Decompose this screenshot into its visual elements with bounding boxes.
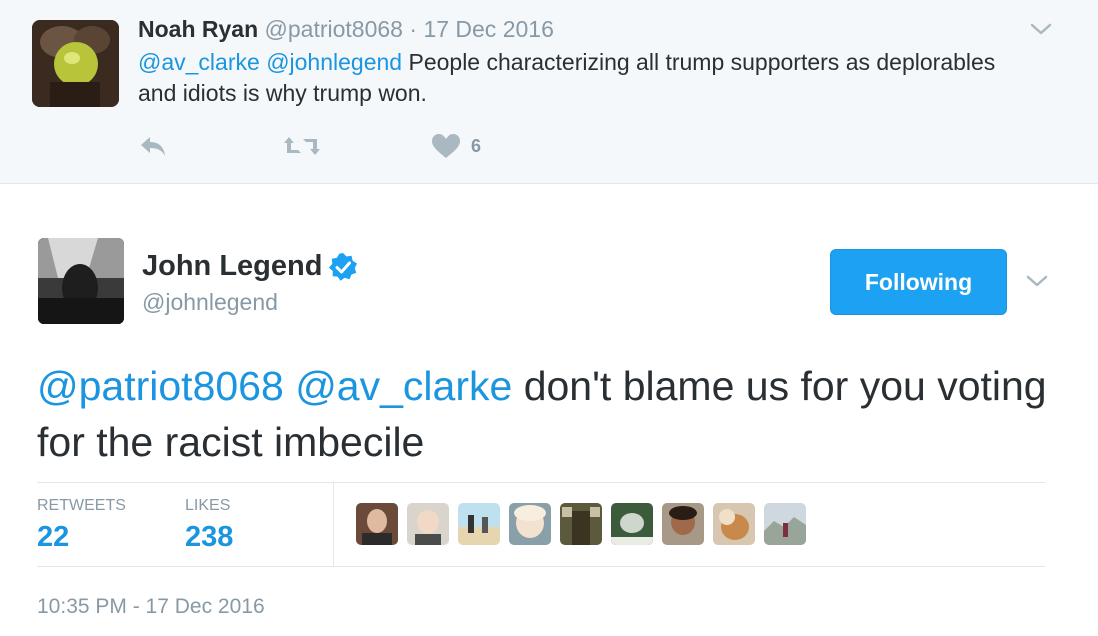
like-button[interactable]: 6 — [431, 133, 481, 159]
author-name-row: John Legend — [142, 250, 358, 283]
parent-tweet[interactable]: Noah Ryan @patriot8068 · 17 Dec 2016 @av… — [0, 0, 1098, 184]
heart-icon — [432, 134, 460, 158]
chevron-down-icon[interactable] — [1028, 18, 1054, 40]
author-name[interactable]: Noah Ryan — [138, 16, 258, 42]
tweet-date[interactable]: 17 Dec 2016 — [423, 16, 553, 42]
main-tweet-text: @patriot8068 @av_clarke don't blame us f… — [37, 358, 1067, 470]
author-handle[interactable]: @johnlegend — [142, 289, 278, 316]
divider — [37, 482, 1045, 483]
liker-avatar[interactable] — [764, 503, 806, 545]
mention-link[interactable]: @johnlegend — [266, 49, 402, 75]
avatar[interactable] — [32, 20, 119, 107]
verified-badge-icon — [329, 252, 358, 281]
retweet-button[interactable] — [283, 133, 321, 159]
avatar-image — [38, 238, 124, 324]
likes-count: 238 — [185, 521, 234, 553]
liker-avatar[interactable] — [560, 503, 602, 545]
like-count: 6 — [471, 135, 482, 156]
likers-avatars — [356, 503, 815, 545]
liker-avatar[interactable] — [611, 503, 653, 545]
retweets-count: 22 — [37, 521, 70, 553]
following-button[interactable]: Following — [830, 249, 1007, 315]
avatar-image — [32, 20, 119, 107]
liker-avatar[interactable] — [713, 503, 755, 545]
avatar[interactable] — [38, 238, 124, 324]
liker-avatar[interactable] — [662, 503, 704, 545]
mention-link[interactable]: @av_clarke — [295, 363, 512, 409]
mention-link[interactable]: @av_clarke — [138, 49, 260, 75]
retweets-label: RETWEETS — [37, 497, 126, 514]
author-handle[interactable]: @patriot8068 — [265, 16, 403, 42]
liker-avatar[interactable] — [407, 503, 449, 545]
likes-stat[interactable]: LIKES 238 — [185, 497, 233, 554]
reply-button[interactable] — [138, 133, 168, 159]
retweets-stat[interactable]: RETWEETS 22 — [37, 497, 126, 554]
divider — [333, 483, 334, 566]
author-name[interactable]: John Legend — [142, 250, 322, 283]
liker-avatar[interactable] — [509, 503, 551, 545]
parent-tweet-text: @av_clarke @johnlegend People characteri… — [138, 47, 998, 109]
liker-avatar[interactable] — [356, 503, 398, 545]
liker-avatar[interactable] — [458, 503, 500, 545]
separator: · — [409, 16, 418, 42]
reply-icon — [141, 137, 165, 156]
chevron-down-icon[interactable] — [1024, 270, 1050, 292]
tweet-timestamp[interactable]: 10:35 PM - 17 Dec 2016 — [37, 595, 265, 619]
mention-link[interactable]: @patriot8068 — [37, 363, 284, 409]
parent-tweet-header: Noah Ryan @patriot8068 · 17 Dec 2016 — [138, 16, 554, 43]
retweet-icon — [284, 137, 320, 155]
likes-label: LIKES — [185, 497, 231, 514]
divider — [37, 566, 1045, 567]
